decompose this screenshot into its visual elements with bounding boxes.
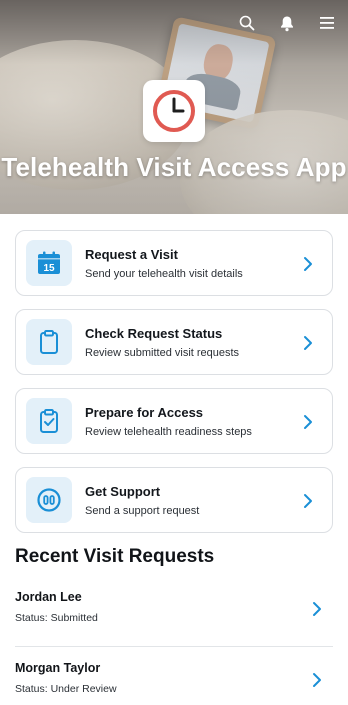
search-icon[interactable]: [238, 14, 256, 32]
card-subtitle: Send your telehealth visit details: [85, 267, 243, 280]
clock-icon: [153, 90, 195, 132]
chevron-right-icon: [304, 494, 312, 508]
request-status: Status: Submitted: [15, 612, 98, 624]
card-subtitle: Send a support request: [85, 504, 200, 517]
chevron-right-icon: [304, 257, 312, 271]
chevron-right-icon: [313, 673, 321, 687]
request-name: Jordan Lee: [15, 590, 82, 604]
recent-requests-list: Jordan Lee Status: Submitted Morgan Tayl…: [15, 582, 333, 705]
prepare-access-card[interactable]: Prepare for Access Review telehealth rea…: [15, 388, 333, 454]
recent-requests-heading: Recent Visit Requests: [15, 546, 215, 567]
chevron-right-icon: [304, 415, 312, 429]
clipboard-icon: [26, 319, 72, 365]
app-logo: [143, 80, 205, 142]
list-item[interactable]: Morgan Taylor Status: Under Review: [15, 646, 333, 705]
card-subtitle: Review telehealth readiness steps: [85, 425, 252, 438]
get-support-card[interactable]: Get Support Send a support request: [15, 467, 333, 533]
card-subtitle: Review submitted visit requests: [85, 346, 240, 359]
card-title: Get Support: [85, 483, 161, 499]
action-cards: 15 Request a Visit Send your telehealth …: [15, 230, 333, 546]
card-title: Check Request Status: [85, 325, 223, 341]
chevron-right-icon: [313, 602, 321, 616]
card-title: Prepare for Access: [85, 404, 204, 420]
support-icon: [26, 477, 72, 523]
app-title: Telehealth Visit Access App: [1, 152, 347, 182]
chevron-right-icon: [304, 336, 312, 350]
request-status: Status: Under Review: [15, 683, 117, 695]
top-toolbar: [238, 14, 336, 32]
clipboard-check-icon: [26, 398, 72, 444]
calendar-icon: 15: [26, 240, 72, 286]
notification-bell-icon[interactable]: [278, 14, 296, 32]
request-visit-card[interactable]: 15 Request a Visit Send your telehealth …: [15, 230, 333, 296]
menu-icon[interactable]: [318, 14, 336, 32]
card-title: Request a Visit: [85, 246, 178, 262]
request-name: Morgan Taylor: [15, 661, 101, 675]
svg-text:15: 15: [43, 263, 55, 274]
list-item[interactable]: Jordan Lee Status: Submitted: [15, 582, 333, 644]
check-status-card[interactable]: Check Request Status Review submitted vi…: [15, 309, 333, 375]
